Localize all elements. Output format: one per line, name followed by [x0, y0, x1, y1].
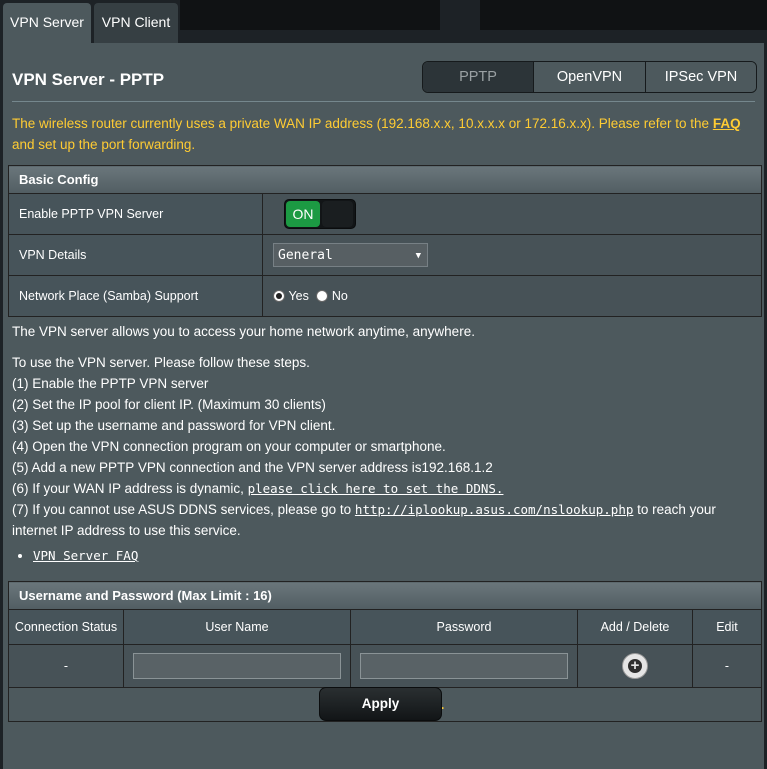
apply-button[interactable]: Apply	[319, 687, 442, 721]
username-input[interactable]	[133, 653, 341, 679]
page-title: VPN Server - PPTP	[12, 70, 165, 89]
protocol-tab-ipsec[interactable]: IPSec VPN	[645, 62, 756, 92]
vpn-instructions: The VPN server allows you to access your…	[12, 321, 760, 566]
col-connection-status: Connection Status	[8, 609, 124, 645]
ddns-link[interactable]: please click here to set the DDNS.	[248, 481, 504, 496]
step-2: (2) Set the IP pool for client IP. (Maxi…	[12, 397, 326, 412]
step-6-text: (6) If your WAN IP address is dynamic,	[12, 481, 248, 496]
enable-pptp-toggle[interactable]: ON	[284, 199, 356, 229]
basic-config-table: Basic Config Enable PPTP VPN Server ON V…	[8, 165, 762, 317]
faq-list: VPN Server FAQ	[12, 545, 760, 566]
users-table-columns: Connection Status User Name Password Add…	[8, 609, 762, 645]
tab-vpn-client[interactable]: VPN Client	[94, 3, 178, 44]
enable-pptp-label: Enable PPTP VPN Server	[8, 193, 263, 235]
enable-pptp-row: Enable PPTP VPN Server ON	[8, 193, 762, 235]
step-6: (6) If your WAN IP address is dynamic, p…	[12, 478, 760, 499]
vpn-details-row: VPN Details General ▼	[8, 234, 762, 276]
toggle-knob	[322, 201, 353, 227]
samba-yes-radio[interactable]	[273, 290, 285, 303]
col-password: Password	[350, 609, 578, 645]
private-wan-warning: The wireless router currently uses a pri…	[12, 113, 757, 155]
toggle-on-label: ON	[286, 201, 320, 227]
faq-list-item: VPN Server FAQ	[33, 545, 760, 566]
users-table-header: Username and Password (Max Limit : 16)	[8, 581, 762, 610]
step-7: (7) If you cannot use ASUS DDNS services…	[12, 499, 760, 541]
vpn-details-value: General	[278, 248, 333, 263]
title-divider	[12, 101, 755, 102]
step-4: (4) Open the VPN connection program on y…	[12, 439, 446, 454]
step-1: (1) Enable the PPTP VPN server	[12, 376, 209, 391]
table-row: - -	[8, 644, 762, 688]
vpn-details-label: VPN Details	[8, 234, 263, 276]
warning-text-after: and set up the port forwarding.	[12, 137, 196, 152]
protocol-tab-pptp[interactable]: PPTP	[423, 62, 533, 92]
add-circle-icon[interactable]	[622, 653, 648, 679]
col-add-delete: Add / Delete	[577, 609, 693, 645]
protocol-tabs: PPTP OpenVPN IPSec VPN	[422, 61, 757, 93]
vpn-details-select[interactable]: General ▼	[273, 243, 428, 267]
row-connection-status: -	[8, 644, 124, 688]
basic-config-header: Basic Config	[8, 165, 762, 194]
vpn-server-faq-link[interactable]: VPN Server FAQ	[33, 548, 138, 563]
step-5: (5) Add a new PPTP VPN connection and th…	[12, 460, 493, 475]
samba-no-radio[interactable]	[316, 290, 329, 303]
main-panel: VPN Server - PPTP PPTP OpenVPN IPSec VPN…	[3, 43, 764, 769]
step-7-text: (7) If you cannot use ASUS DDNS services…	[12, 502, 355, 517]
col-user-name: User Name	[123, 609, 351, 645]
row-edit: -	[692, 644, 762, 688]
col-edit: Edit	[692, 609, 762, 645]
steps-intro: To use the VPN server. Please follow the…	[12, 355, 310, 370]
warning-text: The wireless router currently uses a pri…	[12, 116, 713, 131]
tab-vpn-server[interactable]: VPN Server	[3, 3, 91, 44]
top-tabs: VPN Server VPN Client	[0, 0, 767, 44]
samba-no-label: No	[331, 289, 348, 304]
samba-row: Network Place (Samba) Support Yes No	[8, 275, 762, 317]
protocol-tab-openvpn[interactable]: OpenVPN	[533, 62, 645, 92]
step-3: (3) Set up the username and password for…	[12, 418, 336, 433]
faq-link[interactable]: FAQ	[713, 116, 741, 131]
password-input[interactable]	[360, 653, 568, 679]
iplookup-link[interactable]: http://iplookup.asus.com/nslookup.php	[355, 502, 633, 517]
intro-text: The VPN server allows you to access your…	[12, 324, 475, 339]
samba-label: Network Place (Samba) Support	[8, 275, 263, 317]
samba-yes-label: Yes	[288, 289, 309, 304]
dropdown-arrow-icon: ▼	[415, 251, 421, 261]
